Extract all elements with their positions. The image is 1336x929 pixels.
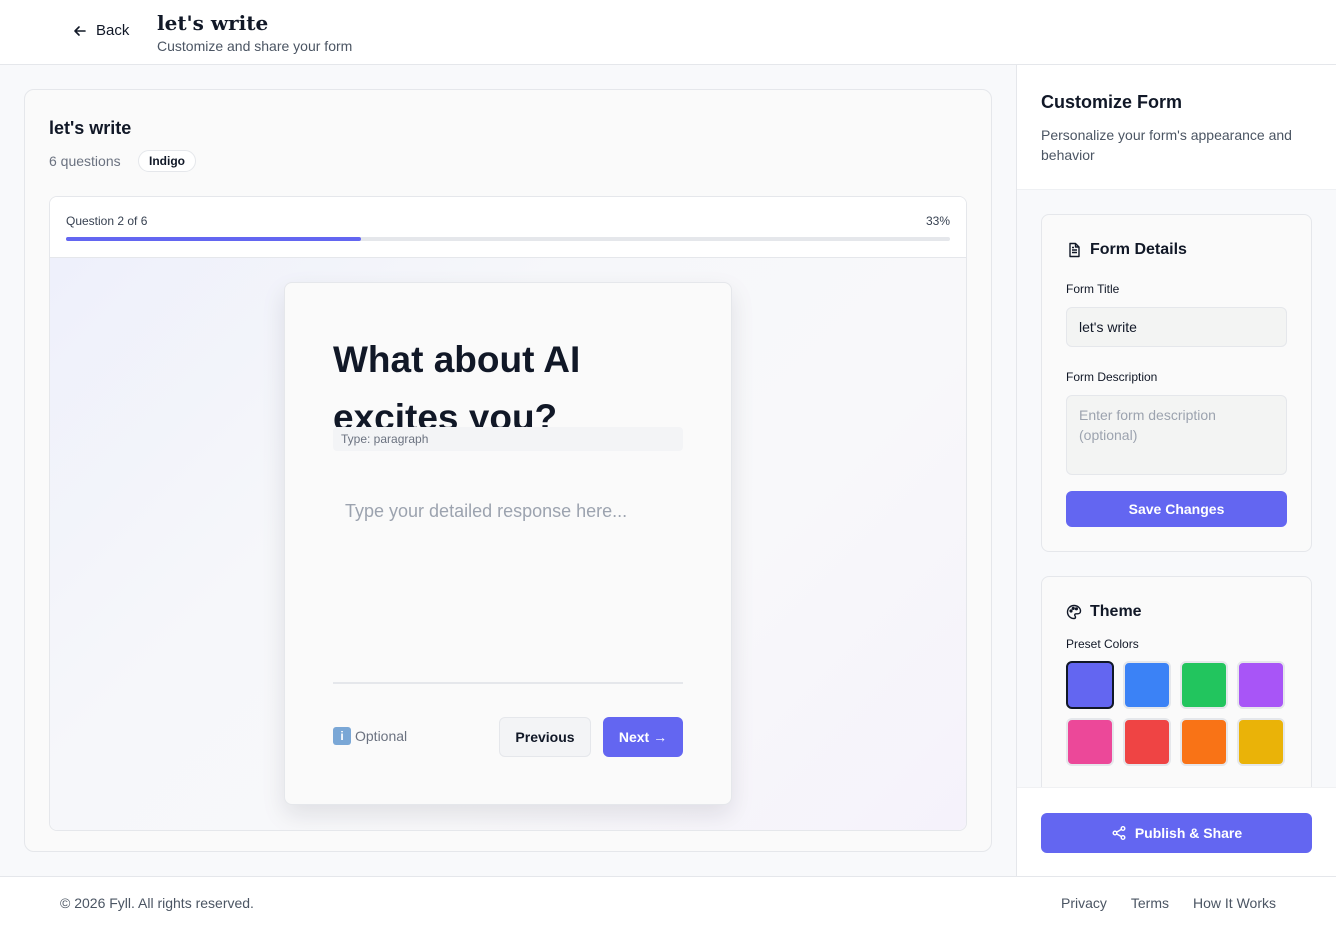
progress-header: Question 2 of 6 33% <box>50 197 966 258</box>
form-details-heading: Form Details <box>1066 241 1187 259</box>
color-swatch-2[interactable] <box>1123 661 1171 709</box>
page-footer: © 2026 Fyll. All rights reserved. Privac… <box>0 876 1336 929</box>
share-icon <box>1112 826 1126 840</box>
sidebar-description: Personalize your form's appearance and b… <box>1041 127 1292 163</box>
footer-links: Privacy Terms How It Works <box>1061 895 1276 911</box>
form-description-label: Form Description <box>1066 370 1158 384</box>
form-details-panel: Form Details Form Title Form Description… <box>1041 214 1312 552</box>
form-name: let's write <box>49 118 132 138</box>
top-header: Back let's write Customize and share you… <box>0 0 1336 65</box>
color-swatch-3[interactable] <box>1180 661 1228 709</box>
next-button[interactable]: Next → <box>603 717 683 757</box>
publish-share-button[interactable]: Publish & Share <box>1041 813 1312 853</box>
color-swatch-4[interactable] <box>1237 661 1285 709</box>
theme-heading-text: Theme <box>1090 603 1142 620</box>
form-title-label: Form Title <box>1066 282 1120 296</box>
question-stage: What about AI excites you? Type: paragra… <box>50 258 966 830</box>
preview-area: let's write 6 questions Indigo Question … <box>0 65 1016 876</box>
save-changes-button[interactable]: Save Changes <box>1066 491 1287 527</box>
sidebar-header: Customize Form Personalize your form's a… <box>1017 65 1336 190</box>
form-details-heading-text: Form Details <box>1090 241 1187 258</box>
progress-fill <box>66 237 361 241</box>
progress-percent: 33% <box>925 214 950 228</box>
preset-colors-label: Preset Colors <box>1066 637 1139 651</box>
palette-icon <box>1066 604 1082 620</box>
copyright-text: © 2026 Fyll. All rights reserved. <box>60 895 254 911</box>
progress-label: Question 2 of 6 <box>66 214 148 228</box>
form-preview-card: let's write 6 questions Indigo Question … <box>24 89 992 852</box>
color-swatch-7[interactable] <box>1180 718 1228 766</box>
page-title: let's write <box>157 11 269 35</box>
color-swatch-1[interactable] <box>1066 661 1114 709</box>
color-swatch-6[interactable] <box>1123 718 1171 766</box>
info-icon: i <box>333 727 351 745</box>
sidebar-title: Customize Form <box>1041 92 1183 112</box>
theme-panel: Theme Preset Colors <box>1041 576 1312 787</box>
answer-textarea[interactable] <box>333 483 683 684</box>
optional-indicator: i Optional <box>333 727 407 745</box>
sidebar-footer: Publish & Share <box>1017 787 1336 876</box>
customize-sidebar: Customize Form Personalize your form's a… <box>1016 65 1336 876</box>
footer-link-terms[interactable]: Terms <box>1131 895 1169 911</box>
footer-link-how-it-works[interactable]: How It Works <box>1193 895 1276 911</box>
optional-label: Optional <box>355 728 408 744</box>
form-title-input[interactable] <box>1066 307 1287 347</box>
color-swatch-5[interactable] <box>1066 718 1114 766</box>
progress-track <box>66 237 950 241</box>
document-icon <box>1069 242 1080 258</box>
form-description-input[interactable] <box>1066 395 1287 475</box>
form-frame: Question 2 of 6 33% What about AI excite… <box>49 196 967 831</box>
arrow-left-icon <box>74 25 86 36</box>
page-subtitle: Customize and share your form <box>157 38 353 54</box>
question-type: Type: paragraph <box>333 427 683 451</box>
sidebar-scroll-area[interactable]: Form Details Form Title Form Description… <box>1017 190 1336 787</box>
back-button[interactable]: Back <box>72 22 129 39</box>
publish-share-label: Publish & Share <box>1134 825 1243 841</box>
back-label: Back <box>96 22 130 39</box>
preset-color-grid <box>1066 661 1287 766</box>
previous-button[interactable]: Previous <box>499 717 591 757</box>
color-swatch-8[interactable] <box>1237 718 1285 766</box>
footer-link-privacy[interactable]: Privacy <box>1061 895 1107 911</box>
question-count: 6 questions <box>49 153 121 169</box>
theme-badge: Indigo <box>138 150 196 172</box>
theme-heading: Theme <box>1066 603 1142 621</box>
question-card: What about AI excites you? Type: paragra… <box>284 282 732 805</box>
